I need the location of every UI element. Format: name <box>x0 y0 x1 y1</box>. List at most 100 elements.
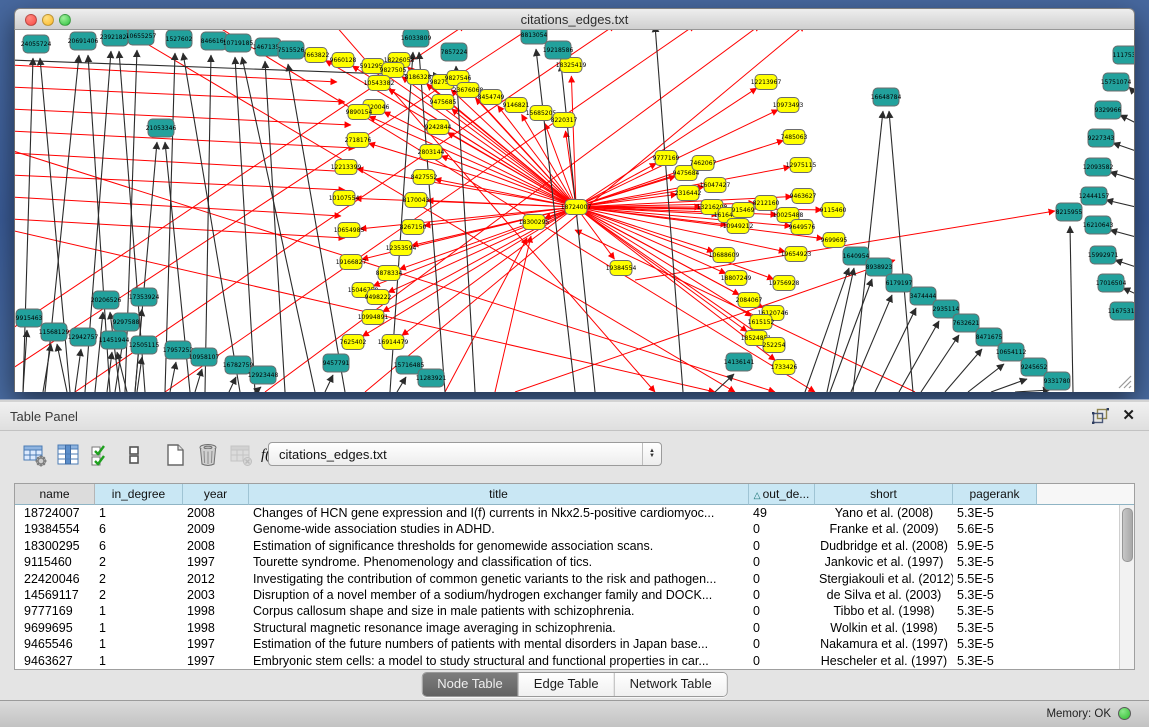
network-node[interactable]: 9649576 <box>789 220 816 235</box>
network-node[interactable]: 8215955 <box>1056 203 1083 221</box>
network-node[interactable]: 10543382 <box>364 76 395 91</box>
network-node[interactable]: 15992971 <box>1088 246 1119 264</box>
network-node[interactable]: 9245652 <box>1021 358 1048 376</box>
network-node[interactable]: 17016504 <box>1096 274 1127 292</box>
table-row[interactable]: 977716911998Corpus callosum shape and si… <box>15 603 1120 619</box>
network-node[interactable]: 9115460 <box>820 203 847 218</box>
network-node[interactable]: 12213399 <box>331 160 362 175</box>
network-node[interactable]: 10654112 <box>996 343 1027 361</box>
network-node[interactable]: 8454749 <box>478 90 505 105</box>
window-titlebar[interactable]: citations_edges.txt <box>14 8 1135 30</box>
network-node[interactable]: 18724007 <box>561 200 592 215</box>
delete-table-icon[interactable] <box>226 441 256 469</box>
network-node[interactable]: 11675312 <box>1108 302 1135 320</box>
column-header-pagerank[interactable]: pagerank <box>953 484 1037 505</box>
network-node[interactable]: 10719185 <box>223 34 254 52</box>
insert-column-icon[interactable] <box>53 441 83 469</box>
network-node[interactable]: 14136141 <box>724 353 755 371</box>
network-node[interactable]: 1615152 <box>748 315 775 330</box>
table-row[interactable]: 946362711997Embryonic stem cells: a mode… <box>15 653 1120 669</box>
column-header-title[interactable]: title <box>249 484 749 505</box>
table-row[interactable]: 1456911722003Disruption of a novel membe… <box>15 587 1120 603</box>
network-node[interactable]: 2803144 <box>418 145 445 160</box>
table-vertical-scrollbar[interactable] <box>1119 505 1134 669</box>
network-node[interactable]: 915469 <box>732 203 755 218</box>
network-node[interactable]: 1733426 <box>771 360 798 375</box>
network-node[interactable]: 17353924 <box>129 288 160 306</box>
delete-trash-icon[interactable] <box>193 441 223 469</box>
float-window-icon[interactable] <box>1092 408 1109 424</box>
new-table-icon[interactable] <box>160 441 190 469</box>
network-node[interactable]: 252254 <box>763 338 786 353</box>
network-node[interactable]: 7857224 <box>441 43 468 61</box>
network-node[interactable]: 9890154 <box>346 105 373 120</box>
network-node[interactable]: 10654985 <box>334 223 365 238</box>
network-node[interactable]: 21053346 <box>146 119 177 137</box>
network-node[interactable]: 20691406 <box>68 32 99 50</box>
network-node[interactable]: 9498222 <box>365 290 392 305</box>
network-node[interactable]: 12942757 <box>68 328 99 346</box>
network-node[interactable]: 6179197 <box>886 274 913 292</box>
network-node[interactable]: 19654923 <box>781 247 812 262</box>
network-node[interactable]: 9463627 <box>790 189 817 204</box>
network-node[interactable]: 1640954 <box>843 247 870 265</box>
network-node[interactable]: 8813054 <box>521 30 548 44</box>
network-node[interactable]: 18807249 <box>721 271 752 286</box>
network-node[interactable]: 9475685 <box>430 95 457 110</box>
network-node[interactable]: 7625402 <box>340 335 367 350</box>
network-node[interactable]: 9915463 <box>16 309 43 327</box>
memory-status-icon[interactable] <box>1118 707 1131 720</box>
table-row[interactable]: 1938455462009Genome-wide association stu… <box>15 521 1120 537</box>
network-node[interactable]: 10655257 <box>126 30 157 45</box>
network-node[interactable]: 18325419 <box>556 58 587 73</box>
table-settings-icon[interactable] <box>20 441 50 469</box>
network-node[interactable]: 1527602 <box>166 30 193 48</box>
network-node[interactable]: 9297588 <box>113 313 140 331</box>
network-node[interactable]: 9227343 <box>1088 129 1115 147</box>
network-node[interactable]: 7485063 <box>781 130 808 145</box>
table-row[interactable]: 911546021997Tourette syndrome. Phenomeno… <box>15 554 1120 570</box>
network-node[interactable]: 12444157 <box>1079 187 1110 205</box>
network-node[interactable]: 8878334 <box>376 266 403 281</box>
network-node[interactable]: 8186328 <box>405 70 432 85</box>
network-node[interactable]: 10973493 <box>773 98 804 113</box>
column-header-out_de[interactable]: △out_de... <box>749 484 815 505</box>
table-row[interactable]: 2242004622012Investigating the contribut… <box>15 571 1120 587</box>
network-node[interactable]: 10958107 <box>189 348 220 366</box>
network-node[interactable]: 12093582 <box>1083 158 1114 176</box>
network-node[interactable]: 9699695 <box>821 233 848 248</box>
network-node[interactable]: 18300295 <box>519 215 550 230</box>
network-node[interactable]: 8471675 <box>976 328 1003 346</box>
network-node[interactable]: 16648784 <box>871 88 902 106</box>
tab-network-table[interactable]: Network Table <box>614 673 727 696</box>
network-node[interactable]: 2718176 <box>345 133 372 148</box>
network-node[interactable]: 7515526 <box>278 41 305 59</box>
tab-node-table[interactable]: Node Table <box>422 673 518 696</box>
network-node[interactable]: 12923448 <box>248 366 279 384</box>
network-canvas[interactable]: 1872400776638229660128591295418226058982… <box>14 30 1135 392</box>
network-node[interactable]: 8220317 <box>551 113 578 128</box>
network-node[interactable]: 2316442 <box>675 186 702 201</box>
table-row[interactable]: 1830029562008Estimation of significance … <box>15 538 1120 554</box>
network-node[interactable]: 15751074 <box>1101 73 1132 91</box>
network-node[interactable]: 9660128 <box>330 53 357 68</box>
validate-rows-icon[interactable] <box>86 441 116 469</box>
table-row[interactable]: 969969511998Structural magnetic resonanc… <box>15 620 1120 636</box>
network-node[interactable]: 19384554 <box>606 261 637 276</box>
network-node[interactable]: 11451944 <box>99 331 130 349</box>
network-node[interactable]: 19756928 <box>769 276 800 291</box>
column-header-year[interactable]: year <box>183 484 249 505</box>
network-node[interactable]: 12505115 <box>129 336 160 354</box>
network-node[interactable]: 9242844 <box>425 120 452 135</box>
network-node[interactable]: 12213967 <box>751 75 782 90</box>
network-table-select[interactable]: citations_edges.txt ▲▼ <box>268 442 662 466</box>
network-node[interactable]: 2084067 <box>736 293 763 308</box>
scrollbar-thumb[interactable] <box>1122 508 1133 562</box>
network-node[interactable]: 16047427 <box>700 178 731 193</box>
resize-grip-icon[interactable] <box>1119 376 1131 388</box>
rows-icon[interactable] <box>119 441 149 469</box>
network-node[interactable]: 9329966 <box>1095 101 1122 119</box>
network-node[interactable]: 20206526 <box>91 291 122 309</box>
network-node[interactable]: 8427552 <box>411 170 438 185</box>
network-node[interactable]: 10688609 <box>709 248 740 263</box>
